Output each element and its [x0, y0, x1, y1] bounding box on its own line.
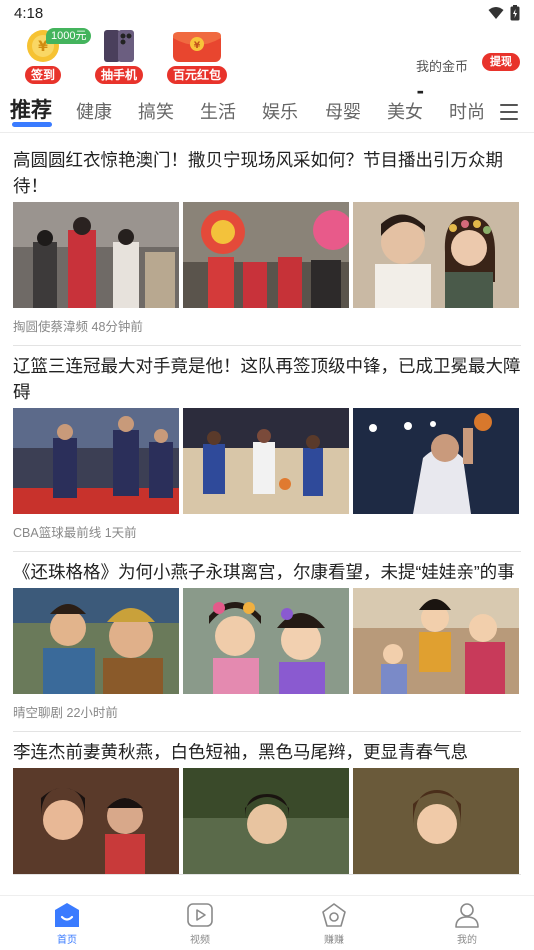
article-source: 晴空聊剧 [13, 706, 64, 720]
article-image[interactable] [13, 408, 179, 514]
article-card[interactable]: 《还珠格格》为何小燕子永琪离宫，尔康看望，未提“娃娃亲”的事 晴空聊剧 22小时… [13, 552, 521, 732]
article-thumbnails [13, 202, 521, 308]
bottom-nav: 首页 视频 赚赚 我的 [0, 895, 534, 950]
article-title[interactable]: 《还珠格格》为何小燕子永琪离宫，尔康看望，未提“娃娃亲”的事 [13, 552, 521, 585]
nav-profile-label: 我的 [457, 935, 477, 946]
article-card[interactable]: 李连杰前妻黄秋燕，白色短袖，黑色马尾辫，更显青春气息 [13, 732, 521, 875]
profile-icon [455, 903, 479, 928]
article-image[interactable] [183, 768, 349, 874]
article-image[interactable] [183, 588, 349, 694]
status-icons [488, 5, 520, 21]
article-time: 22小时前 [66, 706, 118, 720]
article-time: 48分钟前 [91, 320, 143, 334]
news-feed[interactable]: 高圆圆红衣惊艳澳门！撒贝宁现场风采如何？节目播出引万众期待！ 掏圆使蔡湋频 48… [0, 140, 534, 875]
tab-beauty[interactable]: 美女 [387, 98, 423, 124]
article-meta: 掏圆使蔡湋频 48分钟前 [13, 308, 521, 345]
article-image[interactable] [183, 202, 349, 308]
article-title[interactable]: 高圆圆红衣惊艳澳门！撒贝宁现场风采如何？节目播出引万众期待！ [13, 140, 521, 199]
home-icon [55, 903, 79, 927]
article-thumbnails [13, 768, 521, 874]
tab-entertainment[interactable]: 娱乐 [262, 98, 298, 124]
article-card[interactable]: 高圆圆红衣惊艳澳门！撒贝宁现场风采如何？节目播出引万众期待！ 掏圆使蔡湋频 48… [13, 140, 521, 346]
redpacket-label: 百元红包 [166, 66, 227, 84]
promo-row: ¥ 签到 1000元 抽手机 ¥ 百元红包 我的金币 提现 - [0, 26, 534, 103]
my-gold-label: 我的金币 [415, 59, 468, 74]
channel-menu-icon[interactable] [500, 104, 518, 120]
svg-text:¥: ¥ [194, 41, 201, 51]
tabs-divider [0, 132, 534, 133]
tab-life[interactable]: 生活 [200, 98, 236, 124]
article-meta: CBA篮球最前线 1天前 [13, 514, 521, 551]
nav-home[interactable]: 首页 [37, 902, 97, 946]
nav-video[interactable]: 视频 [170, 902, 230, 946]
tab-health[interactable]: 健康 [76, 98, 112, 124]
article-thumbnails [13, 408, 521, 514]
article-image[interactable] [353, 588, 519, 694]
article-thumbnails [13, 588, 521, 694]
article-source: CBA篮球最前线 [13, 526, 102, 540]
draw-phone-button[interactable]: 抽手机 [95, 26, 144, 84]
article-source: 掏圆使蔡湋频 [13, 320, 89, 334]
red-packet-icon: ¥ [173, 32, 221, 62]
wifi-icon [488, 7, 504, 19]
article-image[interactable] [353, 408, 519, 514]
article-meta: 晴空聊剧 22小时前 [13, 694, 521, 731]
tab-recommend[interactable]: 推荐 [10, 94, 52, 124]
active-tab-indicator [12, 122, 52, 127]
redpacket-button[interactable]: ¥ 百元红包 [165, 26, 229, 84]
tab-fashion[interactable]: 时尚 [449, 98, 485, 124]
article-image[interactable] [13, 588, 179, 694]
nav-video-label: 视频 [190, 935, 210, 946]
phone-icon [104, 30, 134, 62]
coin-badge: 1000元 [46, 28, 92, 44]
article-image[interactable] [353, 768, 519, 874]
tab-parenting[interactable]: 母婴 [325, 98, 361, 124]
article-title[interactable]: 辽篮三连冠最大对手竟是他！这队再签顶级中锋，已成卫冕最大障碍 [13, 346, 521, 405]
status-bar: 4:18 [0, 0, 534, 28]
article-time: 1天前 [104, 526, 137, 540]
article-image[interactable] [353, 202, 519, 308]
video-icon [187, 903, 213, 927]
checkin-label: 签到 [24, 66, 61, 84]
article-image[interactable] [183, 408, 349, 514]
article-image[interactable] [13, 768, 179, 874]
article-image[interactable] [13, 202, 179, 308]
tab-funny[interactable]: 搞笑 [138, 98, 174, 124]
withdraw-button[interactable]: 提现 [482, 53, 520, 71]
battery-icon [510, 5, 520, 21]
category-tabs: 推荐 健康 搞笑 生活 娱乐 母婴 美女 时尚 [0, 92, 534, 132]
article-card[interactable]: 辽篮三连冠最大对手竟是他！这队再签顶级中锋，已成卫冕最大障碍 CBA篮球最前线 … [13, 346, 521, 552]
article-title[interactable]: 李连杰前妻黄秋燕，白色短袖，黑色马尾辫，更显青春气息 [13, 732, 521, 765]
nav-earn[interactable]: 赚赚 [304, 902, 364, 946]
earn-icon [322, 903, 346, 927]
nav-home-label: 首页 [57, 935, 77, 946]
nav-earn-label: 赚赚 [324, 935, 344, 946]
status-time: 4:18 [14, 5, 44, 22]
draw-phone-label: 抽手机 [95, 66, 144, 84]
nav-profile[interactable]: 我的 [437, 902, 497, 946]
